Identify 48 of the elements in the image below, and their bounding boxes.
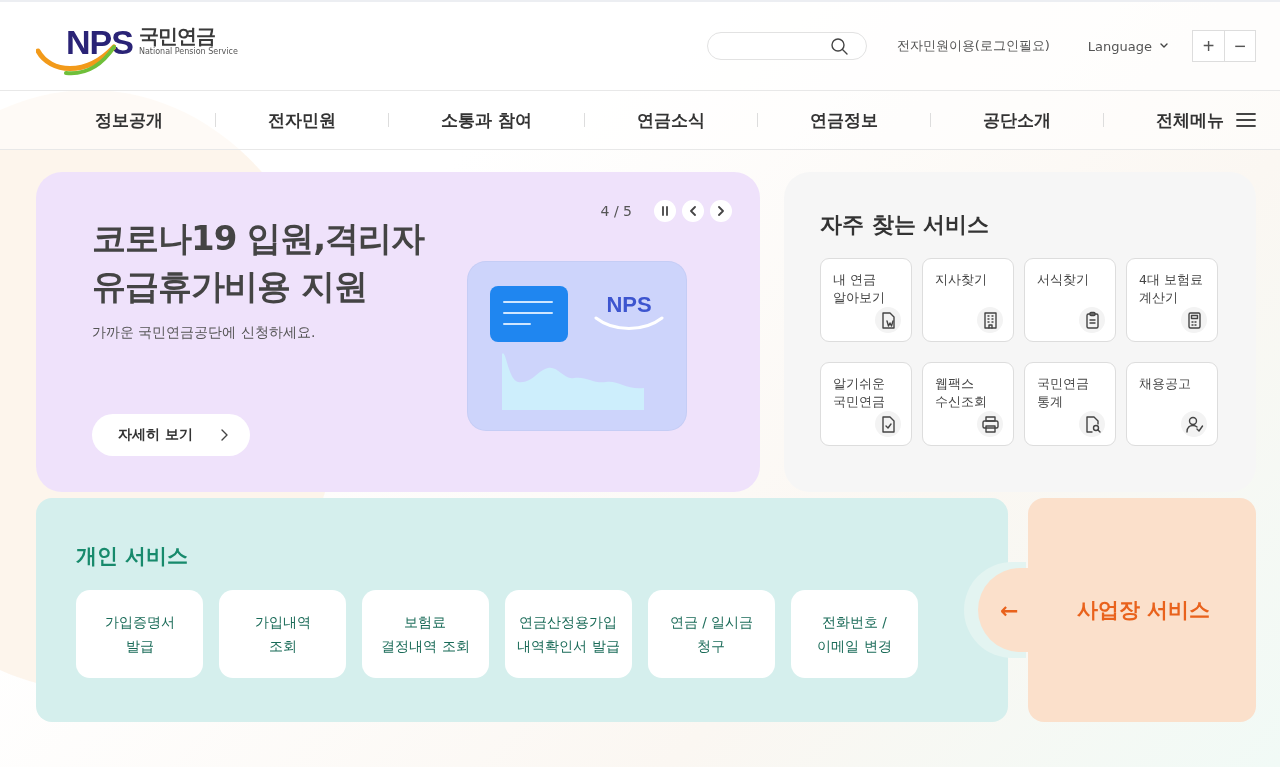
chevron-right-icon [220, 429, 228, 441]
service-tile[interactable]: 알기쉬운 국민연금 [820, 362, 912, 446]
pause-button[interactable] [654, 200, 676, 222]
logo-subtitle: National Pension Service [138, 47, 238, 56]
smile-arc-icon [594, 316, 664, 330]
all-menu-button[interactable]: 전체메뉴 [1155, 108, 1256, 132]
nav-item[interactable]: 연금정보 [809, 108, 878, 132]
service-tile[interactable]: 채용공고 [1126, 362, 1218, 446]
service-button[interactable]: 가입내역 조회 [219, 590, 346, 678]
section-title: 개인 서비스 [76, 543, 190, 570]
service-button[interactable]: 가입증명서 발급 [76, 590, 203, 678]
service-tile[interactable]: 웹팩스 수신조회 [922, 362, 1014, 446]
document-icon [490, 286, 568, 342]
pause-icon [661, 206, 669, 216]
service-tile[interactable]: 서식찾기 [1024, 258, 1116, 342]
search-icon [829, 37, 848, 55]
next-button[interactable] [710, 200, 732, 222]
menu-icon [1235, 112, 1256, 128]
service-tile[interactable]: 지사찾기 [922, 258, 1014, 342]
user-check-icon [1184, 414, 1204, 434]
chevron-right-icon [717, 206, 725, 216]
service-tile[interactable]: 국민연금 통계 [1024, 362, 1116, 446]
logo-text: NPS [606, 294, 652, 316]
service-button[interactable]: 보험료 결정내역 조회 [362, 590, 489, 678]
banner-title: 코로나19 입원,격리자 유급휴가비용 지원 [92, 217, 425, 308]
printer-icon [980, 414, 1000, 434]
details-button[interactable]: 자세히 보기 [92, 414, 250, 456]
nav-item[interactable]: 소통과 참여 [441, 108, 532, 132]
chevron-left-icon [689, 206, 697, 216]
previous-button[interactable] [682, 200, 704, 222]
language-dropdown[interactable]: Language [1087, 38, 1168, 54]
service-button[interactable]: 연금산정용가입 내역확인서 발급 [505, 590, 632, 678]
logo-text: NPS [66, 25, 133, 59]
chevron-down-icon [1160, 43, 1168, 49]
service-tile[interactable]: 4대 보험료 계산기 [1126, 258, 1218, 342]
service-button[interactable]: 연금 / 일시금 청구 [648, 590, 775, 678]
service-button[interactable]: 전화번호 / 이메일 변경 [791, 590, 918, 678]
section-title: 자주 찾는 서비스 [820, 211, 991, 239]
nav-item[interactable]: 공단소개 [982, 108, 1051, 132]
slide-counter: 4 / 5 [600, 203, 632, 219]
login-link[interactable]: 전자민원이용(로그인필요) [896, 37, 1050, 55]
nav-item[interactable]: 정보공개 [95, 108, 163, 132]
logo-name: 국민연금 [138, 25, 215, 47]
service-tile[interactable]: 내 연금 알아보기 [820, 258, 912, 342]
banner-subtitle: 가까운 국민연금공단에 신청하세요. [92, 324, 317, 342]
nav-item[interactable]: 연금소식 [636, 108, 705, 132]
nav-item[interactable]: 전자민원 [268, 108, 336, 132]
search-field[interactable] [706, 32, 867, 60]
